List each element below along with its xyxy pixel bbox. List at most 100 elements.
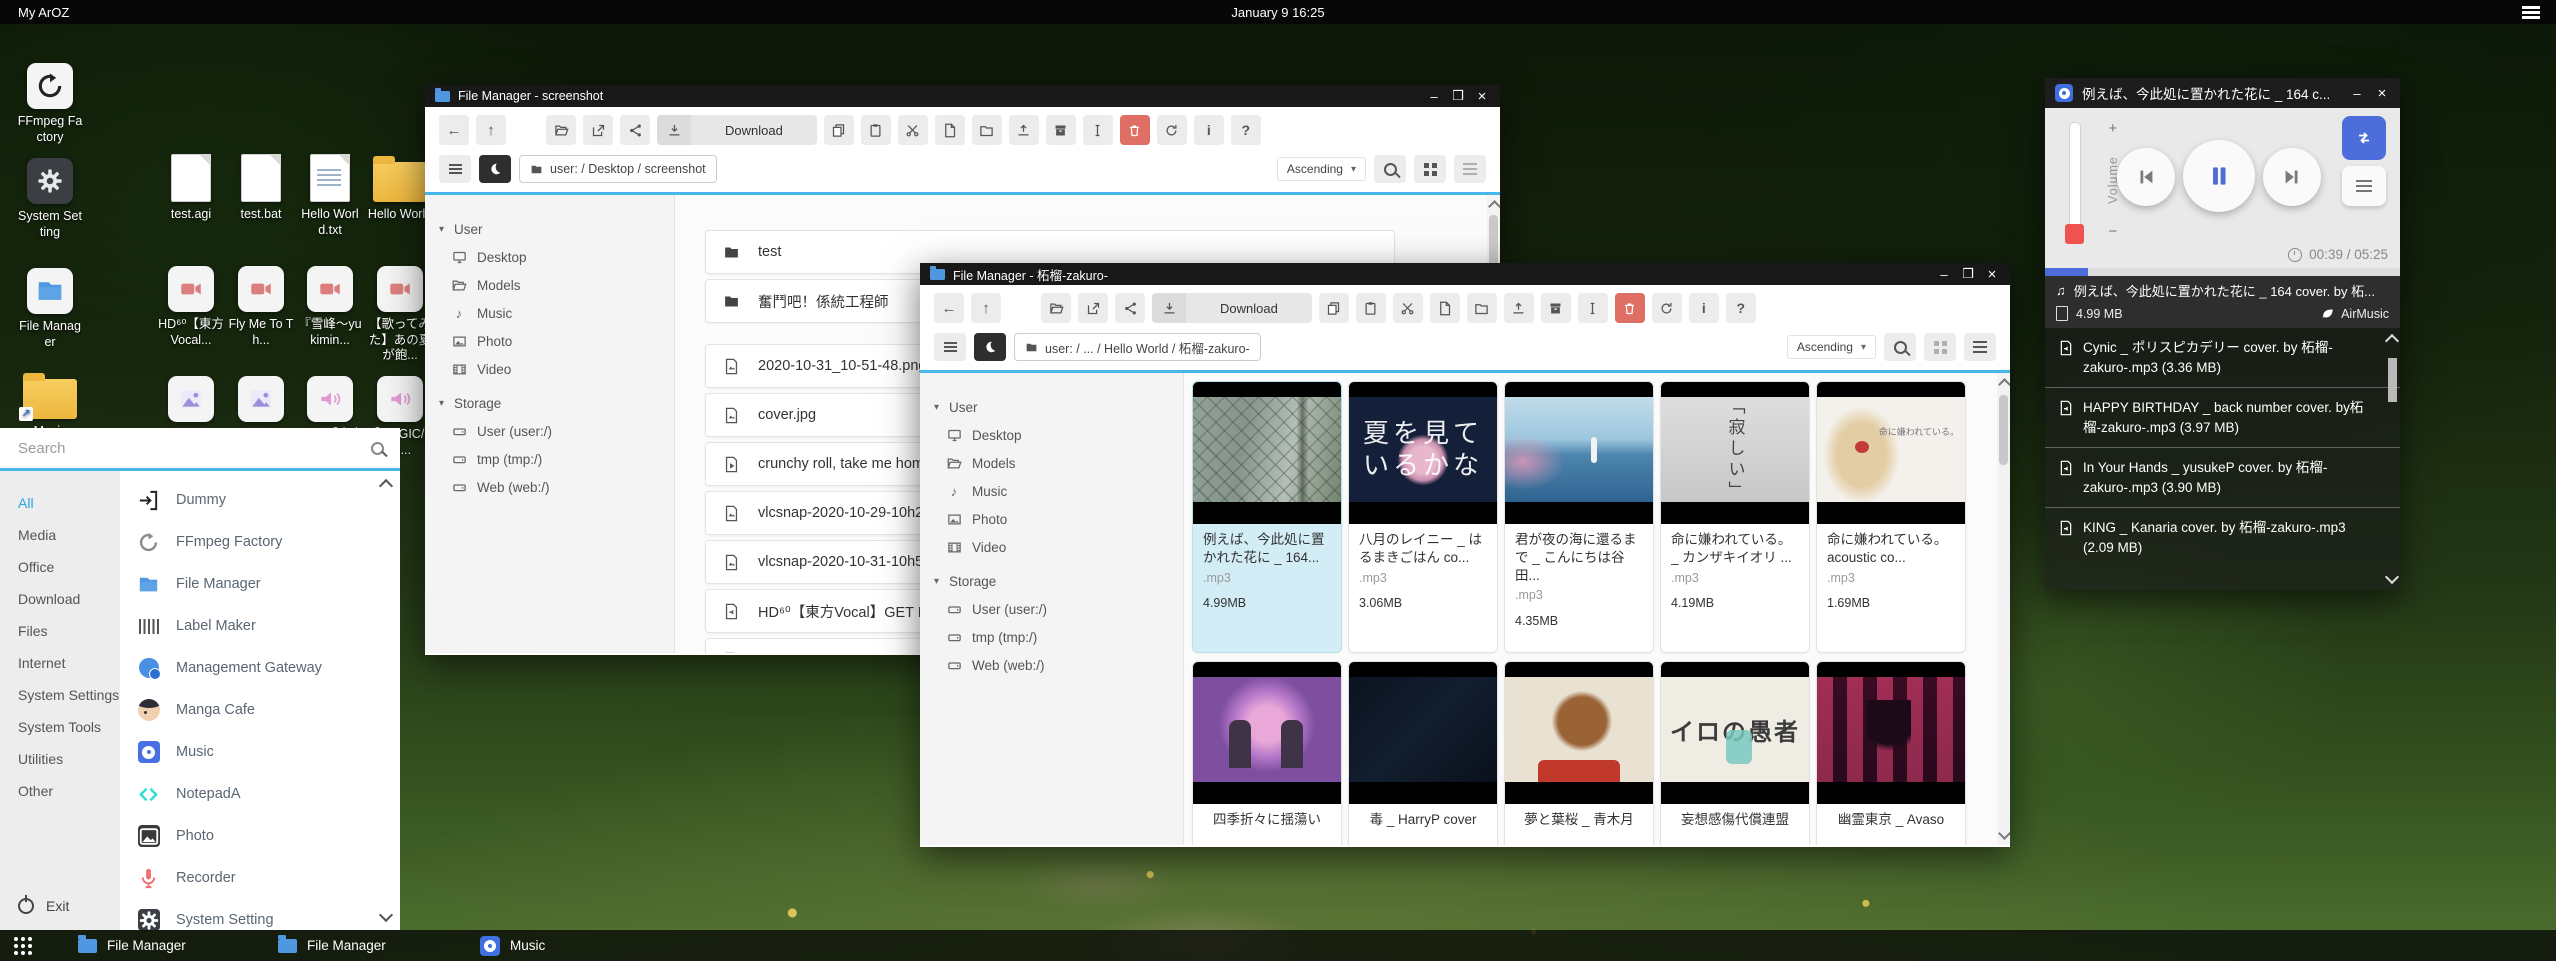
sidebar-item-web-drive[interactable]: Web (web:/) [934,651,1183,679]
progress-bar[interactable] [2045,268,2400,276]
minimize-button[interactable]: – [2349,86,2365,101]
sidebar-item-tmp-drive[interactable]: tmp (tmp:/) [934,623,1183,651]
scrollbar[interactable] [1997,373,2010,845]
copy-button[interactable] [1319,293,1349,323]
open-button[interactable] [546,115,576,145]
playlist-item[interactable]: KING _ Kanaria cover. by 柘榴-zakuro-.mp3 … [2045,508,2400,567]
scroll-thumb[interactable] [2388,358,2397,402]
grid-card[interactable]: 例えば、今此処に置かれた花に _ 164... .mp3 4.99MB [1192,381,1342,653]
sidebar-item-models[interactable]: Models [934,449,1183,477]
hamburger-menu-icon[interactable] [2522,6,2540,9]
playlist-item[interactable]: Cynic _ ポリスピカデリー cover. by 柘榴-zakuro-.mp… [2045,328,2400,388]
category-office[interactable]: Office [18,551,120,583]
taskbar-item-file-manager-1[interactable]: File Manager [78,930,186,961]
search-bar[interactable] [0,428,400,468]
queue-button[interactable] [2342,166,2386,206]
window1-titlebar[interactable]: File Manager - screenshot – ❒ × [425,85,1500,107]
app-label-maker[interactable]: Label Maker [120,605,400,647]
sidebar-item-photo[interactable]: Photo [934,505,1183,533]
search-input[interactable] [16,439,371,458]
desktop-folder-helloworld[interactable]: Hello World [367,150,433,223]
category-files[interactable]: Files [18,615,120,647]
volume-minus-label[interactable]: − [2108,223,2117,240]
refresh-button[interactable] [1652,293,1682,323]
sidebar-section-storage[interactable]: ▾Storage [934,567,1183,595]
playlist-scrollbar[interactable] [2386,332,2398,586]
taskbar-item-music[interactable]: Music [480,930,545,961]
repeat-button[interactable] [2342,116,2386,160]
list-view-button[interactable] [1454,155,1486,183]
sidebar-section-user[interactable]: ▾User [439,215,674,243]
scroll-up-icon[interactable] [1998,378,2010,391]
sidebar-item-user-drive[interactable]: User (user:/) [439,417,674,445]
sidebar-item-video[interactable]: Video [439,355,674,383]
upload-button[interactable] [1504,293,1534,323]
up-button[interactable]: ↑ [476,115,506,145]
sidebar-item-photo[interactable]: Photo [439,327,674,355]
open-in-new-button[interactable] [1078,293,1108,323]
new-file-button[interactable] [935,115,965,145]
up-button[interactable]: ↑ [971,293,1001,323]
sidebar-item-tmp-drive[interactable]: tmp (tmp:/) [439,445,674,473]
desktop-file-test-bat[interactable]: test.bat [228,150,294,223]
app-manga-cafe[interactable]: Manga Cafe [120,689,400,731]
new-folder-button[interactable] [972,115,1002,145]
darkmode-moon-icon[interactable] [974,333,1006,361]
airmusic-button[interactable]: AirMusic [2321,307,2389,321]
category-system-tools[interactable]: System Tools [18,711,120,743]
search-icon[interactable] [371,442,384,455]
category-all[interactable]: All [18,487,120,519]
sidebar-item-models[interactable]: Models [439,271,674,299]
path-box[interactable]: user: / Desktop / screenshot [519,155,717,183]
grid-card[interactable]: 君が夜の海に還るまで _ こんにちは谷田... .mp3 4.35MB [1504,381,1654,653]
maximize-button[interactable]: ❒ [1960,266,1976,282]
refresh-button[interactable] [1157,115,1187,145]
download-button[interactable]: Download [657,115,817,145]
desktop-file-test-agi[interactable]: test.agi [158,150,224,223]
grid-card[interactable]: 夏を見ているかな 八月のレイニー _ はるまきごはん co... .mp3 3.… [1348,381,1498,653]
category-media[interactable]: Media [18,519,120,551]
desktop-icon-system-setting[interactable]: System Setting [17,152,83,240]
help-button[interactable]: ? [1726,293,1756,323]
app-file-manager[interactable]: File Manager [120,563,400,605]
scroll-up-icon[interactable] [1488,200,1500,213]
sidebar-section-storage[interactable]: ▾Storage [439,389,674,417]
grid-card[interactable]: 命に嫌われている。 命に嫌われている。 acoustic co... .mp3 … [1816,381,1966,653]
scroll-down-icon[interactable] [1998,827,2010,840]
taskbar-item-file-manager-2[interactable]: File Manager [278,930,386,961]
app-photo[interactable]: Photo [120,815,400,857]
desktop-file-video-4[interactable]: 【歌ってみた】あの夏が飽... [367,260,433,364]
search-button[interactable] [1374,155,1406,183]
next-track-button[interactable] [2263,148,2321,206]
window2-titlebar[interactable]: File Manager - 柘榴-zakuro- – ❒ × [920,263,2010,285]
grid-card[interactable]: 四季折々に揺蕩い [1192,661,1342,845]
cut-button[interactable] [898,115,928,145]
new-folder-button[interactable] [1467,293,1497,323]
volume-plus-label[interactable]: + [2108,120,2117,137]
back-button[interactable]: ← [439,115,469,145]
help-button[interactable]: ? [1231,115,1261,145]
share-button[interactable] [1115,293,1145,323]
open-in-new-button[interactable] [583,115,613,145]
desktop-file-video-3[interactable]: 『雪峰～yukimin... [297,260,363,348]
sort-dropdown[interactable]: Ascending▾ [1787,335,1876,359]
back-button[interactable]: ← [934,293,964,323]
upload-button[interactable] [1009,115,1039,145]
sidebar-item-web-drive[interactable]: Web (web:/) [439,473,674,501]
sidebar-item-desktop[interactable]: Desktop [439,243,674,271]
maximize-button[interactable]: ❒ [1450,88,1466,104]
app-dummy[interactable]: Dummy [120,479,400,521]
download-button[interactable]: Download [1152,293,1312,323]
category-utilities[interactable]: Utilities [18,743,120,775]
archive-button[interactable] [1046,115,1076,145]
sidebar-item-music[interactable]: ♪Music [934,477,1183,505]
grid-card[interactable]: 夢と葉桜 _ 青木月 [1504,661,1654,845]
close-button[interactable]: × [1474,88,1490,105]
minimize-button[interactable]: – [1936,267,1952,282]
grid-card[interactable]: 「寂しい」 命に嫌われている。 _ カンザキイオリ ... .mp3 4.19M… [1660,381,1810,653]
grid-card[interactable]: イロの愚者 妄想感傷代償連盟 [1660,661,1810,845]
category-system-settings[interactable]: System Settings [18,679,120,711]
grid-card[interactable]: 毒 _ HarryP cover [1348,661,1498,845]
cut-button[interactable] [1393,293,1423,323]
search-button[interactable] [1884,333,1916,361]
